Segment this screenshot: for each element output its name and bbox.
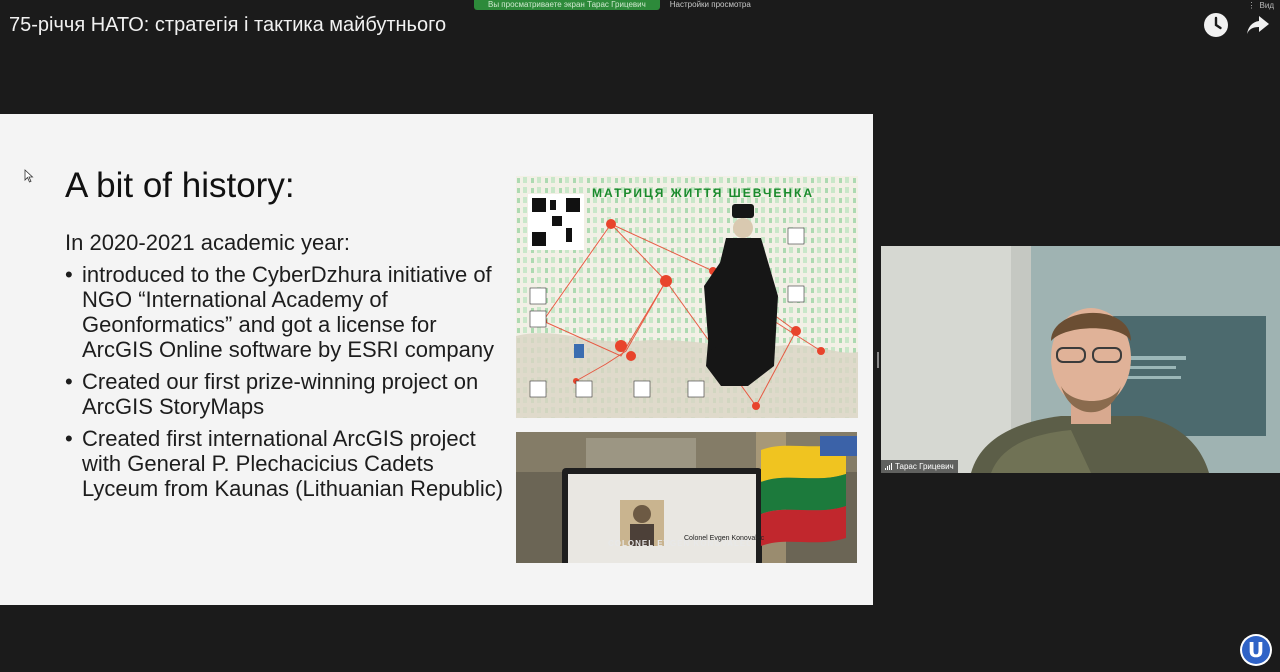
- bullet-list: • introduced to the CyberDzhura initiati…: [65, 262, 505, 508]
- bullet-icon: •: [65, 262, 73, 287]
- share-icon[interactable]: [1244, 11, 1272, 39]
- slide-intro: In 2020-2021 academic year:: [65, 230, 350, 255]
- participant-video[interactable]: Тарас Грицевич: [881, 246, 1280, 473]
- cadets-project-photo: COLONEL EVGEN KONOVALEC Colonel Evgen Ko…: [516, 432, 857, 563]
- photo-caption-overlay: Colonel Evgen Konovalec: [684, 535, 765, 542]
- bullet-icon: •: [65, 426, 73, 451]
- view-options-menu[interactable]: Настройки просмотра: [670, 0, 751, 10]
- zoom-screen-share-bar: Вы просматриваете экран Тарас Грицевич Н…: [474, 0, 751, 10]
- poster-title: МАТРИЦЯ ЖИТТЯ ШЕВЧЕНКА: [592, 186, 815, 200]
- participant-name-label: Тарас Грицевич: [881, 460, 958, 473]
- view-icon: ⋮: [1247, 1, 1256, 10]
- list-item: • introduced to the CyberDzhura initiati…: [65, 262, 495, 362]
- view-label: Вид: [1259, 1, 1274, 10]
- shevchenko-map-poster: МАТРИЦЯ ЖИТТЯ ШЕВЧЕНКА: [516, 176, 858, 418]
- list-item: • Created first international ArcGIS proj…: [65, 426, 504, 501]
- video-title[interactable]: 75-річчя НАТО: стратегія і тактика майбу…: [9, 14, 446, 37]
- list-item: • Created our first prize-winning project…: [65, 369, 479, 419]
- clock-icon[interactable]: [1202, 11, 1230, 39]
- channel-logo-icon[interactable]: U: [1240, 634, 1272, 666]
- mouse-cursor-icon: [24, 169, 34, 183]
- split-drag-handle-icon[interactable]: [876, 352, 880, 368]
- shared-slide: A bit of history: In 2020-2021 academic …: [0, 114, 873, 605]
- bullet-icon: •: [65, 369, 73, 394]
- participant-name: Тарас Грицевич: [895, 462, 954, 471]
- viewing-screen-indicator[interactable]: Вы просматриваете экран Тарас Грицевич: [474, 0, 660, 10]
- signal-icon: [885, 463, 892, 470]
- slide-title: A bit of history:: [65, 166, 295, 205]
- view-menu[interactable]: ⋮ Вид: [1248, 1, 1274, 10]
- channel-logo-letter: U: [1242, 636, 1270, 664]
